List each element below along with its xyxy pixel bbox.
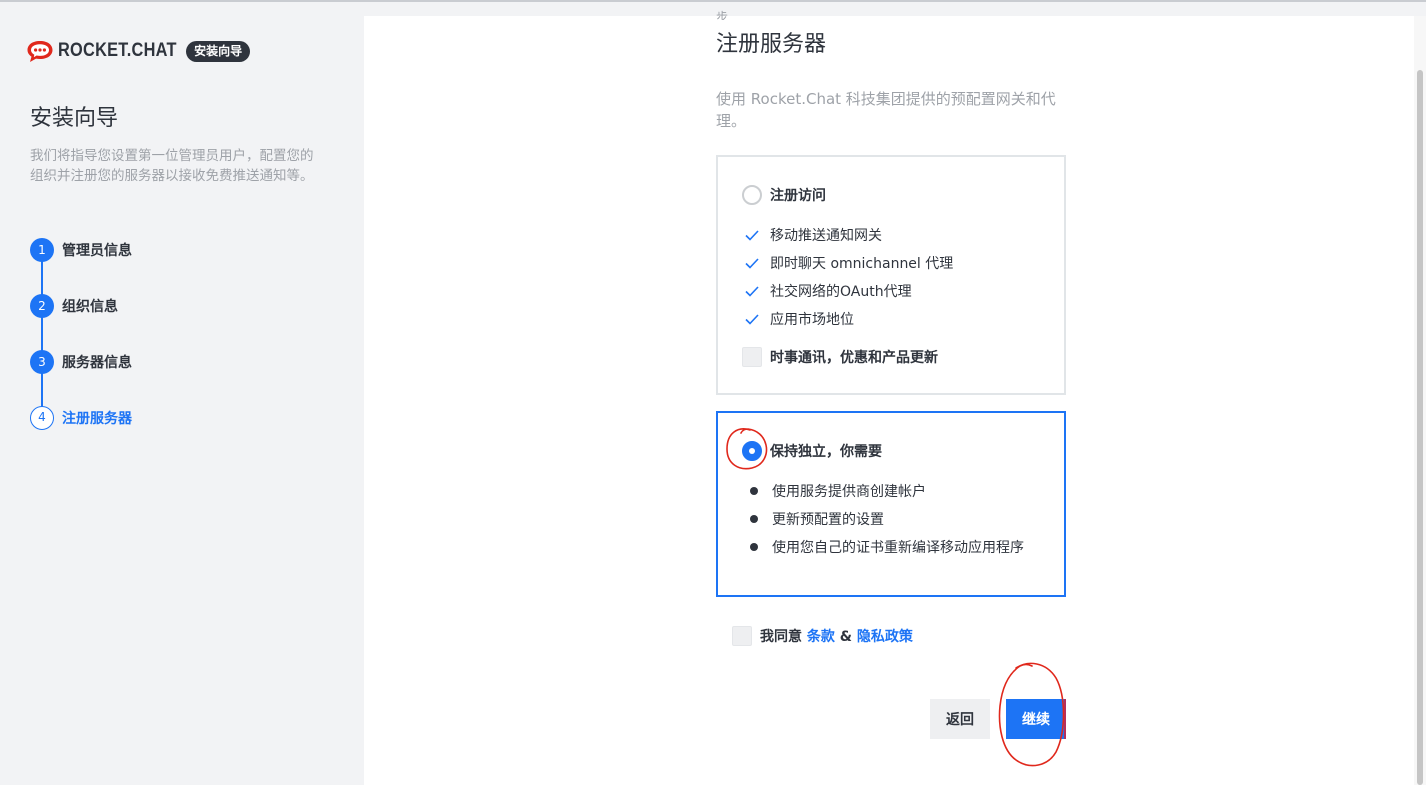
sidebar-description: 我们将指导您设置第一位管理员用户，配置您的组织并注册您的服务器以接收免费推送通知… (30, 148, 314, 184)
feature-text: 应用市场地位 (770, 312, 854, 328)
step-organization-info: 2 组织信息 (30, 294, 118, 318)
back-button[interactable]: 返回 (930, 699, 990, 739)
continue-button-edge (1064, 699, 1066, 739)
option-card-register[interactable]: 注册访问 移动推送通知网关 即时聊天 omnichannel 代理 社交网络的O… (716, 155, 1066, 395)
step-admin-info: 1 管理员信息 (30, 238, 132, 262)
feature-item: 社交网络的OAuth代理 (744, 281, 912, 301)
standalone-radio-label: 保持独立，你需要 (770, 444, 882, 460)
terms-link[interactable]: 条款 (807, 629, 835, 645)
register-server-panel: 步 注册服务器 使用 Rocket.Chat 科技集团提供的预配置网关和代理。 … (364, 10, 1414, 785)
step-number: 3 (30, 350, 54, 374)
step-server-info: 3 服务器信息 (30, 350, 132, 374)
requirement-text: 使用您自己的证书重新编译移动应用程序 (772, 540, 1024, 556)
main-scrollbar-thumb[interactable] (1417, 70, 1423, 785)
newsletter-checkbox[interactable] (742, 347, 762, 367)
checkmark-icon (745, 258, 759, 269)
brand-name: ROCKET.CHAT (58, 40, 177, 61)
step-number: 1 (30, 238, 54, 262)
feature-item: 即时聊天 omnichannel 代理 (744, 253, 953, 273)
option-card-standalone[interactable]: 保持独立，你需要 使用服务提供商创建帐户 更新预配置的设置 使用您自己的证书重新… (716, 411, 1066, 597)
newsletter-option[interactable]: 时事通讯，优惠和产品更新 (742, 347, 938, 367)
agree-terms-label: 我同意 条款 & 隐私政策 (760, 626, 913, 646)
step-hint: 步 (716, 10, 729, 20)
privacy-policy-link[interactable]: 隐私政策 (857, 629, 913, 645)
feature-text: 移动推送通知网关 (770, 228, 882, 244)
checkmark-icon (745, 314, 759, 325)
feature-item: 移动推送通知网关 (744, 225, 882, 245)
requirement-text: 使用服务提供商创建帐户 (772, 484, 926, 500)
rocketchat-logo-icon (27, 41, 53, 62)
standalone-radio-option[interactable]: 保持独立，你需要 (742, 441, 882, 461)
page-title: 注册服务器 (716, 32, 827, 57)
bullet-icon (750, 515, 758, 523)
sidebar-title: 安装向导 (30, 106, 119, 131)
agree-terms-checkbox[interactable] (732, 626, 752, 646)
agree-terms-row: 我同意 条款 & 隐私政策 (732, 626, 913, 646)
feature-item: 应用市场地位 (744, 309, 854, 329)
feature-text: 即时聊天 omnichannel 代理 (770, 256, 954, 272)
register-radio[interactable] (742, 185, 762, 205)
feature-text: 社交网络的OAuth代理 (770, 284, 912, 300)
standalone-radio[interactable] (742, 441, 762, 461)
requirement-item: 使用服务提供商创建帐户 (750, 481, 926, 501)
agree-prefix: 我同意 (760, 629, 802, 645)
steps-connector-line (41, 252, 43, 420)
step-register-server: 4 注册服务器 (30, 406, 132, 430)
register-radio-option[interactable]: 注册访问 (742, 185, 826, 205)
checkmark-icon (745, 286, 759, 297)
rocketchat-logo: ROCKET.CHAT 安装向导 (26, 38, 251, 64)
step-label: 组织信息 (62, 299, 118, 315)
bullet-icon (750, 543, 758, 551)
setup-wizard-sidebar: ROCKET.CHAT 安装向导 安装向导 我们将指导您设置第一位管理员用户，配… (0, 2, 364, 785)
requirement-text: 更新预配置的设置 (772, 512, 884, 528)
wizard-badge: 安装向导 (186, 40, 251, 62)
requirement-item: 更新预配置的设置 (750, 509, 884, 529)
step-label: 管理员信息 (62, 243, 132, 259)
page-description: 使用 Rocket.Chat 科技集团提供的预配置网关和代理。 (716, 90, 1056, 130)
requirement-item: 使用您自己的证书重新编译移动应用程序 (750, 537, 1024, 557)
continue-button[interactable]: 继续 (1006, 699, 1066, 739)
bullet-icon (750, 487, 758, 495)
step-label: 服务器信息 (62, 355, 132, 371)
agree-ampersand: & (839, 629, 852, 645)
checkmark-icon (745, 230, 759, 241)
step-number-current: 4 (30, 406, 54, 430)
step-label-current: 注册服务器 (62, 411, 132, 427)
newsletter-label: 时事通讯，优惠和产品更新 (770, 350, 938, 366)
step-number: 2 (30, 294, 54, 318)
register-radio-label: 注册访问 (770, 188, 826, 204)
